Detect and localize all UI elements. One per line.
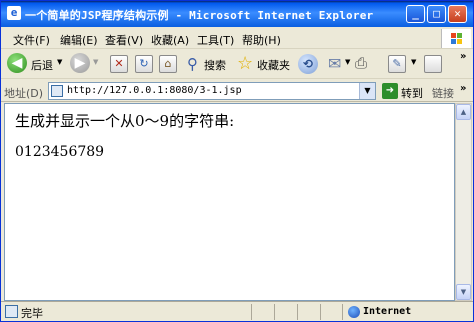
address-url[interactable]: http://127.0.0.1:8080/3-1.jsp bbox=[67, 85, 242, 96]
back-dropdown-icon[interactable]: ▼ bbox=[57, 58, 62, 66]
status-bar: 完毕 Internet bbox=[1, 301, 473, 321]
home-icon[interactable]: ⌂ bbox=[159, 55, 177, 73]
content-heading: 生成并显示一个从0～9的字符串: bbox=[15, 112, 235, 130]
scroll-down-icon[interactable]: ▼ bbox=[456, 284, 471, 300]
print-icon[interactable]: ⎙ bbox=[355, 54, 367, 76]
edit-icon[interactable]: ✎ bbox=[388, 55, 406, 73]
menu-bar: 文件(F) 编辑(E) 查看(V) 收藏(A) 工具(T) 帮助(H) bbox=[1, 28, 473, 49]
back-label[interactable]: 后退 bbox=[31, 57, 53, 73]
address-bar: 地址(D) http://127.0.0.1:8080/3-1.jsp ▼ ➜ … bbox=[1, 80, 473, 102]
links-chevron-icon[interactable]: » bbox=[460, 83, 466, 94]
windows-logo-icon bbox=[441, 29, 471, 48]
mail-dropdown-icon[interactable]: ▼ bbox=[345, 58, 350, 66]
forward-icon[interactable]: ▶ bbox=[70, 53, 90, 73]
links-button[interactable]: 链接 bbox=[432, 85, 454, 101]
go-arrow-icon[interactable]: ➜ bbox=[382, 83, 398, 99]
page-content: 生成并显示一个从0～9的字符串: 0123456789 bbox=[4, 103, 455, 301]
internet-globe-icon bbox=[348, 306, 360, 318]
standard-toolbar: ◀ 后退 ▼ ▶ ▼ ✕ ↻ ⌂ ⚲ 搜索 ☆ 收藏夹 ⟲ ✉ ▼ ⎙ ✎ ▼ … bbox=[1, 49, 473, 79]
menu-edit[interactable]: 编辑(E) bbox=[60, 32, 98, 48]
forward-dropdown-icon[interactable]: ▼ bbox=[93, 58, 98, 66]
scroll-up-icon[interactable]: ▲ bbox=[456, 104, 471, 120]
status-divider bbox=[297, 304, 298, 320]
menu-view[interactable]: 查看(V) bbox=[105, 32, 143, 48]
browser-window: e 一个简单的JSP程序结构示例 - Microsoft Internet Ex… bbox=[0, 0, 474, 322]
favorites-label[interactable]: 收藏夹 bbox=[257, 57, 290, 73]
address-input[interactable]: http://127.0.0.1:8080/3-1.jsp ▼ bbox=[48, 82, 376, 100]
page-icon bbox=[51, 85, 63, 97]
search-label[interactable]: 搜索 bbox=[204, 57, 226, 73]
status-page-icon bbox=[5, 305, 18, 318]
discuss-icon[interactable] bbox=[424, 55, 442, 73]
history-icon[interactable]: ⟲ bbox=[298, 54, 318, 74]
minimize-button[interactable]: _ bbox=[406, 5, 425, 23]
mail-icon[interactable]: ✉ bbox=[328, 54, 341, 76]
vertical-scrollbar[interactable]: ▲ ▼ bbox=[455, 103, 472, 301]
status-divider bbox=[342, 304, 343, 320]
digit-string: 0123456789 bbox=[15, 144, 105, 160]
menu-favorites[interactable]: 收藏(A) bbox=[151, 32, 189, 48]
refresh-icon[interactable]: ↻ bbox=[135, 55, 153, 73]
stop-icon[interactable]: ✕ bbox=[110, 55, 128, 73]
status-divider bbox=[320, 304, 321, 320]
search-icon[interactable]: ⚲ bbox=[187, 55, 198, 77]
status-divider bbox=[274, 304, 275, 320]
toolbar-chevron-icon[interactable]: » bbox=[460, 51, 466, 62]
close-button[interactable]: ✕ bbox=[448, 5, 467, 23]
maximize-button[interactable]: □ bbox=[427, 5, 446, 23]
menu-tools[interactable]: 工具(T) bbox=[197, 32, 234, 48]
status-text: 完毕 bbox=[21, 307, 43, 320]
back-icon[interactable]: ◀ bbox=[7, 53, 27, 73]
address-label: 地址(D) bbox=[4, 87, 44, 100]
address-dropdown-icon[interactable]: ▼ bbox=[359, 83, 375, 99]
window-title: 一个简单的JSP程序结构示例 - Microsoft Internet Expl… bbox=[25, 9, 374, 22]
menu-help[interactable]: 帮助(H) bbox=[242, 32, 281, 48]
ie-app-icon: e bbox=[7, 6, 21, 20]
go-button[interactable]: 转到 bbox=[401, 85, 423, 101]
edit-dropdown-icon[interactable]: ▼ bbox=[411, 58, 416, 66]
menu-file[interactable]: 文件(F) bbox=[13, 32, 50, 48]
favorites-star-icon[interactable]: ☆ bbox=[237, 53, 253, 75]
status-divider bbox=[251, 304, 252, 320]
title-bar[interactable]: e 一个简单的JSP程序结构示例 - Microsoft Internet Ex… bbox=[1, 1, 473, 27]
security-zone: Internet bbox=[363, 306, 412, 317]
